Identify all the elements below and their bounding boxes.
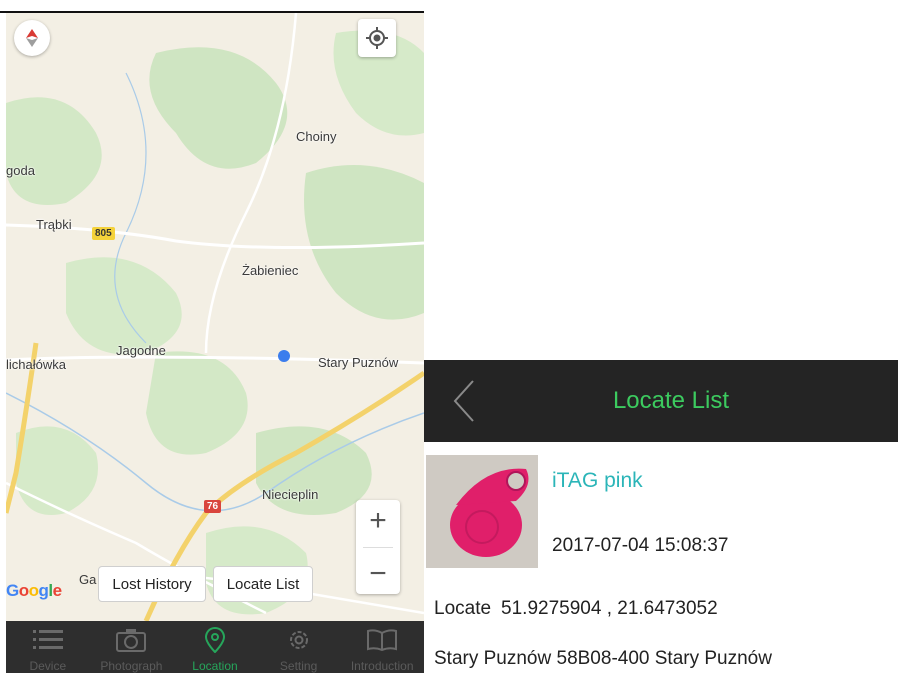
map-label-zabieniec: Żabieniec [242, 263, 299, 278]
location-pin-icon [200, 627, 230, 653]
zoom-out-button[interactable]: − [369, 558, 387, 589]
zoom-divider [363, 546, 393, 548]
tab-introduction[interactable]: Introduction [340, 621, 424, 673]
locate-list-screen: Locate List iTAG pink 2017-07-04 15:08:3… [424, 360, 898, 673]
book-icon [367, 627, 398, 653]
tab-label: Setting [279, 659, 318, 673]
tab-label: Introduction [350, 659, 414, 673]
page-title: Locate List [612, 387, 730, 414]
tab-device[interactable]: Device [6, 621, 90, 673]
locate-label: Locate [434, 598, 492, 619]
itag-device-image [426, 455, 538, 568]
status-bar-edge [0, 0, 424, 13]
map-label-jagodne: Jagodne [116, 343, 166, 358]
current-location-dot [278, 350, 290, 362]
google-logo: Google [6, 581, 62, 600]
zoom-controls: + − [356, 500, 400, 594]
tab-label: Photograph [100, 659, 163, 673]
chevron-left-icon [453, 380, 474, 422]
locate-list-button[interactable]: Locate List [213, 566, 313, 602]
device-thumbnail [426, 455, 538, 568]
road-badge-76: 76 [204, 500, 222, 513]
address-text: Stary Puznów 58B08-400 Stary Puznów [434, 648, 772, 669]
road-badge-805: 805 [92, 227, 115, 240]
map-label-choiny: Choiny [296, 129, 337, 144]
compass-icon [26, 29, 38, 47]
lost-history-button[interactable]: Lost History [98, 566, 206, 602]
map-label-trabki: Trąbki [36, 217, 72, 232]
map-screen: Choiny goda Trąbki 805 Żabieniec Jagodne… [0, 0, 424, 673]
zoom-in-button[interactable]: + [369, 505, 387, 536]
crosshair-icon [366, 27, 388, 49]
device-timestamp: 2017-07-04 15:08:37 [552, 535, 729, 556]
coordinates-value: 51.9275904 , 21.6473052 [501, 598, 718, 619]
map-label-niecieplin: Niecieplin [262, 487, 319, 502]
bottom-tab-bar: Device Photograph Location Setting Intro… [6, 621, 424, 673]
header-bar: Locate List [424, 360, 898, 442]
back-button[interactable] [444, 378, 484, 424]
map-label-goda: goda [6, 163, 35, 178]
camera-icon [116, 627, 147, 653]
compass-button[interactable] [14, 20, 50, 56]
gear-icon [284, 627, 314, 653]
device-name[interactable]: iTAG pink [552, 469, 643, 493]
my-location-button[interactable] [358, 19, 396, 57]
map-label-stary-puznow: Stary Puznów [318, 355, 399, 370]
map-label-lichalowka: lichałówka [6, 357, 66, 372]
tab-label: Location [192, 659, 238, 673]
tab-photograph[interactable]: Photograph [90, 621, 174, 673]
tab-label: Device [29, 659, 67, 673]
locate-coordinates: Locate 51.9275904 , 21.6473052 [434, 598, 718, 620]
list-icon [32, 627, 63, 653]
tab-setting[interactable]: Setting [257, 621, 341, 673]
map-label-ga: Ga [79, 572, 97, 587]
tab-location[interactable]: Location [173, 621, 257, 673]
